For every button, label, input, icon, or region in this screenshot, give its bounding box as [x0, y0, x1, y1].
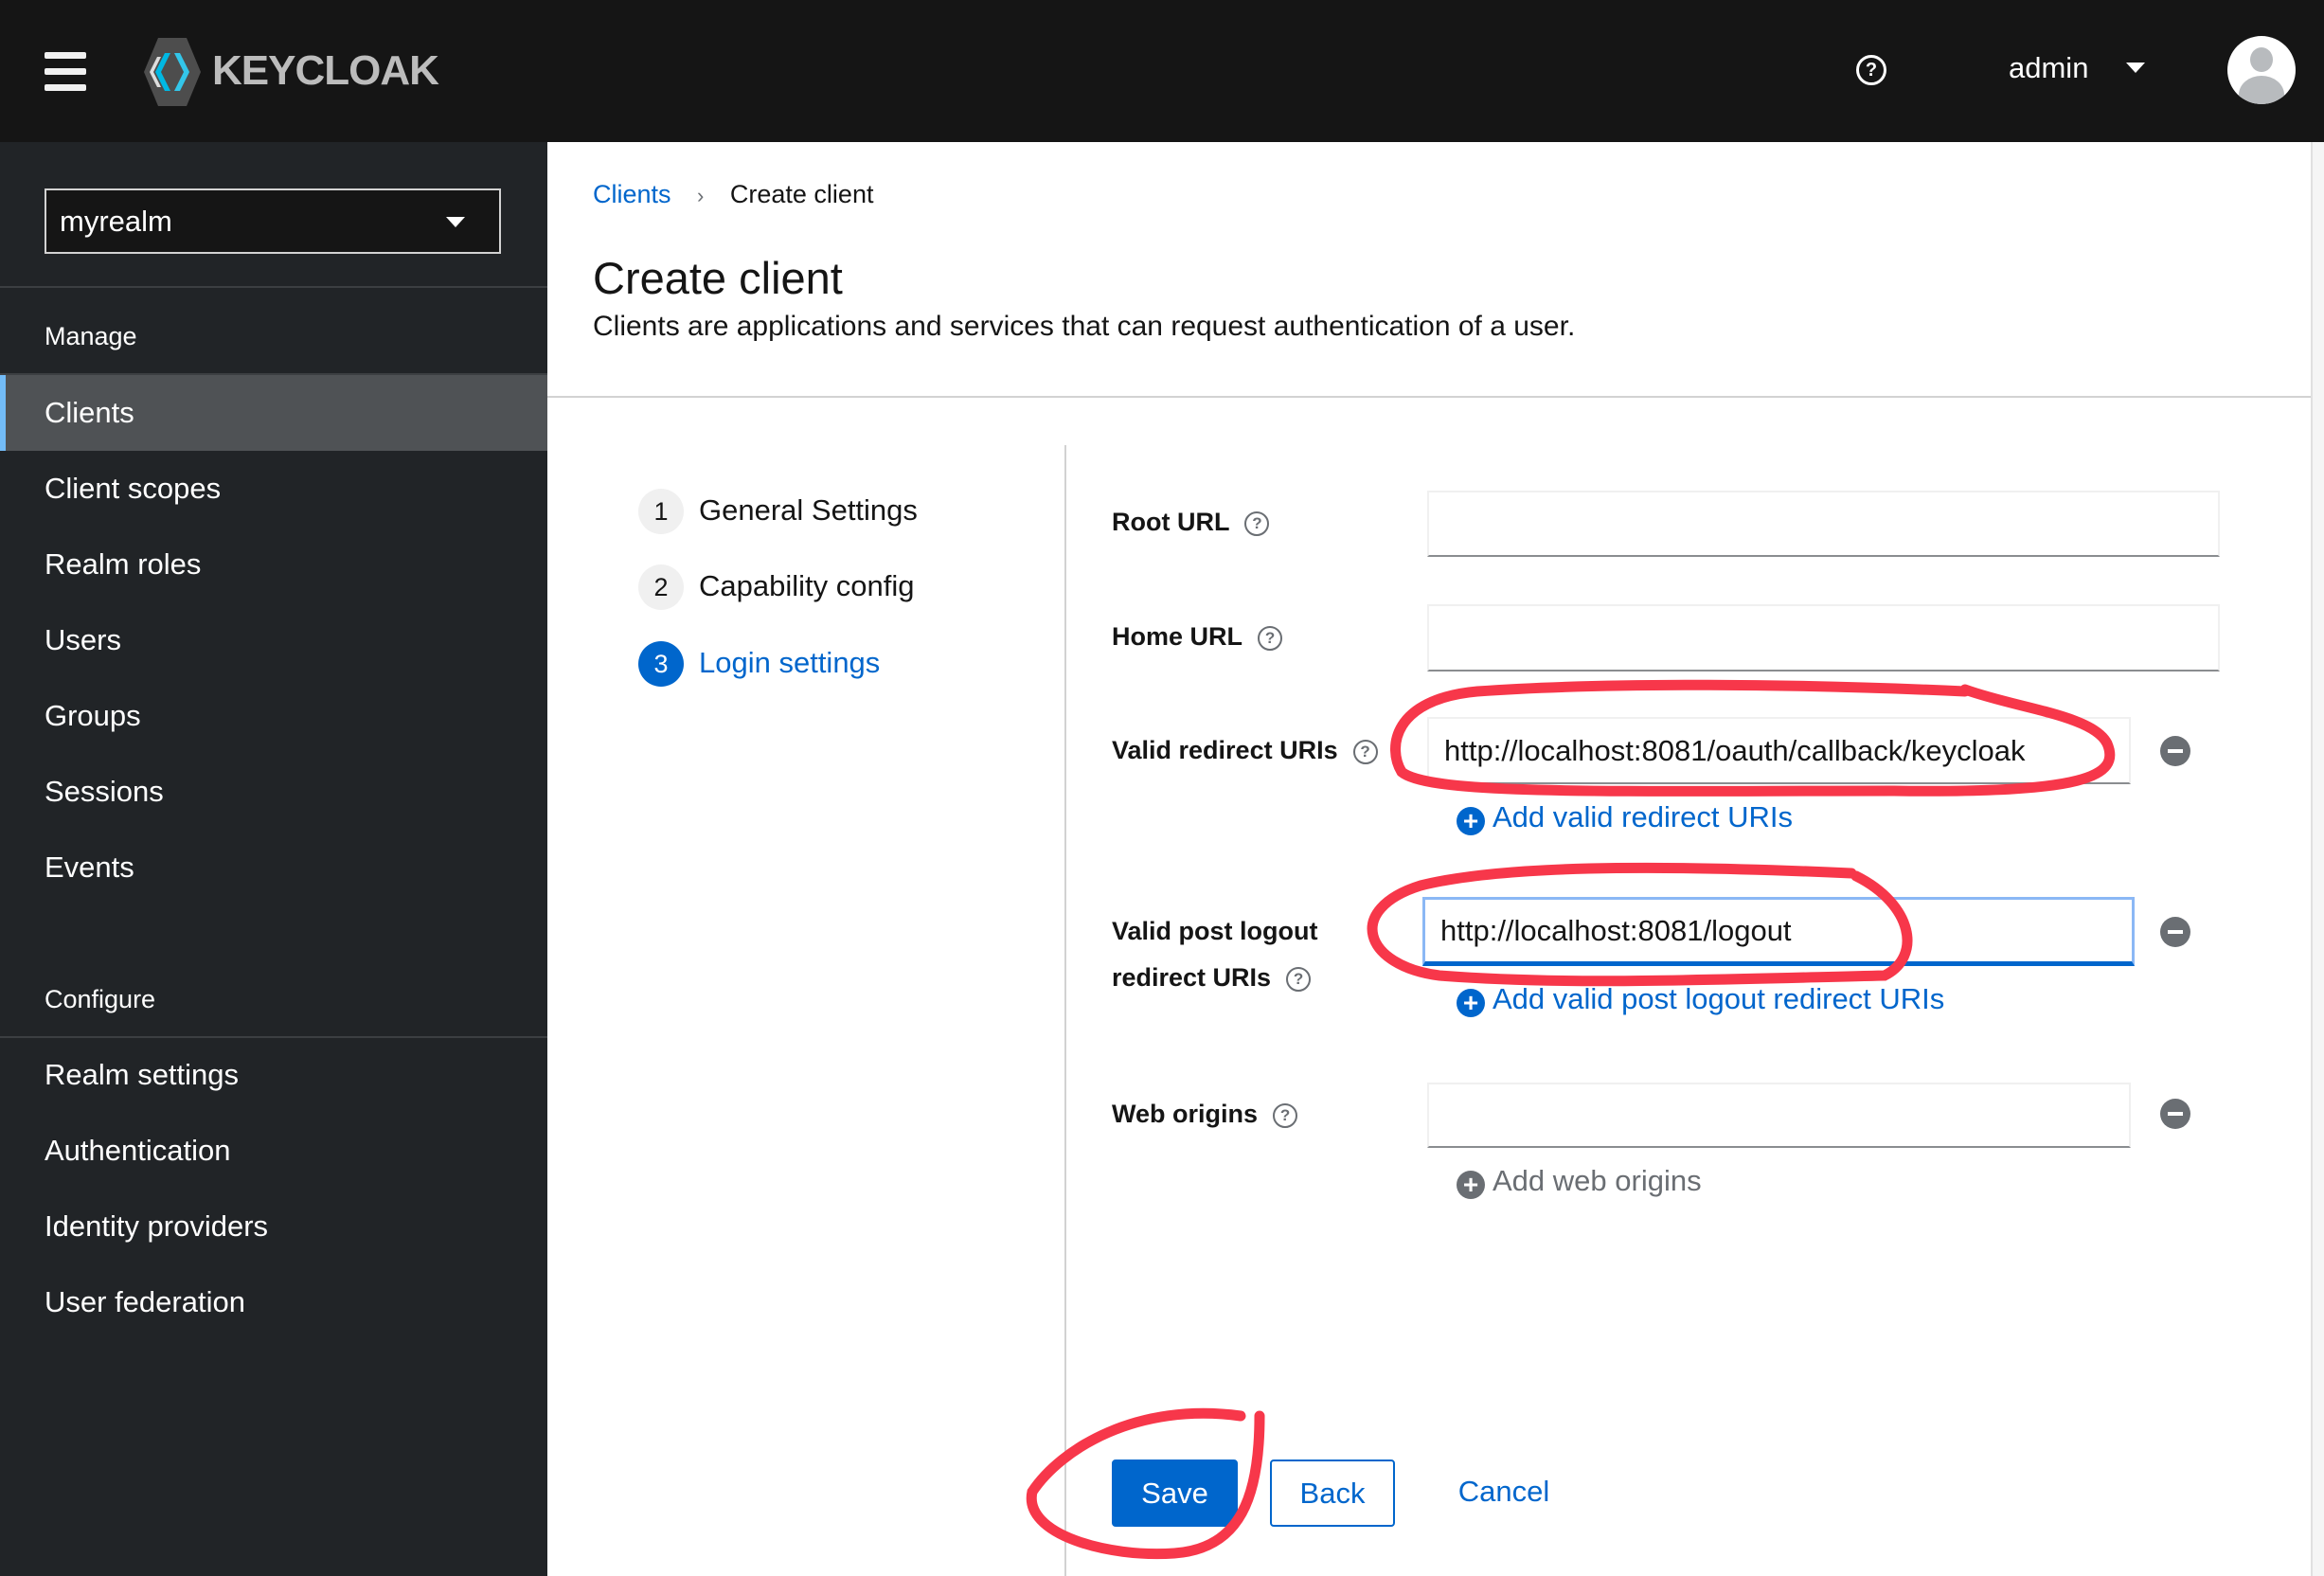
section-configure: Configure: [45, 985, 156, 1013]
nav-groups[interactable]: Groups: [0, 678, 547, 754]
nav-identity-providers[interactable]: Identity providers: [0, 1189, 547, 1264]
help-icon[interactable]: ?: [1258, 625, 1283, 651]
cancel-button[interactable]: Cancel: [1447, 1460, 1561, 1527]
user-menu[interactable]: admin: [2009, 51, 2088, 85]
add-post-logout-uri-button[interactable]: + Add valid post logout redirect URIs: [1457, 982, 1944, 1017]
help-icon[interactable]: ?: [1273, 1102, 1298, 1128]
nav-events[interactable]: Events: [0, 830, 547, 905]
help-icon[interactable]: ?: [1352, 739, 1378, 764]
realm-selector[interactable]: myrealm: [45, 188, 501, 254]
remove-icon[interactable]: [2160, 736, 2190, 766]
chevron-right-icon: ›: [697, 184, 705, 207]
caret-down-icon: [446, 217, 465, 227]
add-web-origins-button[interactable]: + Add web origins: [1457, 1164, 1702, 1199]
post-logout-label-2: redirect URIs?: [1112, 963, 1312, 993]
post-logout-uri-input[interactable]: [1422, 897, 2135, 966]
save-button[interactable]: Save: [1112, 1460, 1238, 1527]
remove-icon[interactable]: [2160, 1099, 2190, 1129]
step-label: Login settings: [699, 646, 881, 679]
web-origins-label: Web origins?: [1112, 1100, 1298, 1129]
step-number: 2: [638, 564, 684, 610]
divider: [0, 286, 547, 288]
wizard-step-capability[interactable]: 2 Capability config: [638, 564, 914, 610]
page-subtitle: Clients are applications and services th…: [593, 311, 1576, 342]
masthead: KEYCLOAK ? admin: [0, 0, 2324, 142]
nav-clients[interactable]: Clients: [0, 375, 547, 451]
caret-down-icon[interactable]: [2126, 63, 2145, 73]
avatar-icon[interactable]: [2227, 36, 2296, 104]
back-button[interactable]: Back: [1270, 1460, 1395, 1527]
redirect-uris-label: Valid redirect URIs?: [1112, 736, 1378, 765]
nav-user-federation[interactable]: User federation: [0, 1264, 547, 1340]
scrollbar[interactable]: [2311, 142, 2324, 1576]
wizard-divider: [1064, 445, 1066, 1576]
sidebar: myrealm Manage Clients Client scopes Rea…: [0, 142, 547, 1576]
menu-icon[interactable]: [45, 52, 86, 100]
breadcrumb-current: Create client: [729, 180, 874, 208]
help-icon[interactable]: ?: [1856, 55, 1886, 85]
breadcrumb-clients[interactable]: Clients: [593, 180, 671, 208]
plus-circle-icon: +: [1457, 989, 1485, 1017]
help-icon[interactable]: ?: [1244, 510, 1270, 536]
keycloak-logo[interactable]: KEYCLOAK: [144, 36, 439, 108]
home-url-input[interactable]: [1427, 604, 2220, 672]
brand-text: KEYCLOAK: [212, 47, 439, 94]
step-number: 3: [638, 641, 684, 687]
root-url-label: Root URL?: [1112, 508, 1270, 537]
post-logout-label: Valid post logout: [1112, 917, 1318, 945]
nav-users[interactable]: Users: [0, 602, 547, 678]
nav-authentication[interactable]: Authentication: [0, 1113, 547, 1189]
section-manage: Manage: [45, 322, 137, 350]
realm-name: myrealm: [60, 205, 172, 238]
step-number: 1: [638, 489, 684, 534]
root-url-input[interactable]: [1427, 491, 2220, 557]
divider: [547, 396, 2311, 398]
nav-realm-settings[interactable]: Realm settings: [0, 1037, 547, 1113]
nav-realm-roles[interactable]: Realm roles: [0, 527, 547, 602]
add-redirect-uri-button[interactable]: + Add valid redirect URIs: [1457, 800, 1793, 835]
plus-circle-icon: +: [1457, 1171, 1485, 1199]
help-icon[interactable]: ?: [1286, 966, 1312, 992]
redirect-uri-input[interactable]: [1427, 717, 2131, 784]
nav-client-scopes[interactable]: Client scopes: [0, 451, 547, 527]
remove-icon[interactable]: [2160, 917, 2190, 947]
plus-circle-icon: +: [1457, 807, 1485, 835]
wizard-step-login[interactable]: 3 Login settings: [638, 641, 880, 687]
step-label: General Settings: [699, 493, 918, 527]
web-origins-input[interactable]: [1427, 1083, 2131, 1148]
step-label: Capability config: [699, 569, 915, 602]
nav-sessions[interactable]: Sessions: [0, 754, 547, 830]
breadcrumb: Clients › Create client: [593, 180, 873, 209]
wizard-step-general[interactable]: 1 General Settings: [638, 489, 918, 534]
home-url-label: Home URL?: [1112, 622, 1283, 652]
page-title: Create client: [593, 253, 843, 303]
